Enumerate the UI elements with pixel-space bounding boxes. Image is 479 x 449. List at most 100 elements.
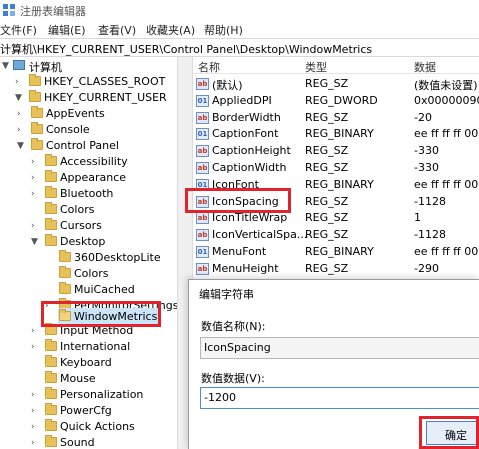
chevron-right-icon[interactable]: › bbox=[31, 406, 39, 416]
ok-button[interactable]: 确定 bbox=[426, 421, 479, 445]
cell-type: REG_SZ bbox=[305, 261, 349, 275]
cell-data: ee ff ff ff 00 0 bbox=[414, 245, 479, 258]
tree-pane: ▼ 计算机 › HKEY_CLASSES_ROOT ▼ HKEY_CURRENT… bbox=[0, 57, 177, 449]
folder-icon bbox=[45, 202, 57, 214]
cell-data: -330 bbox=[414, 161, 439, 174]
chevron-down-icon[interactable]: ▼ bbox=[31, 237, 39, 247]
cell-type: REG_BINARY bbox=[305, 177, 374, 191]
cell-type: REG_SZ bbox=[305, 77, 349, 90]
tree-label: MuiCached bbox=[74, 283, 135, 296]
tree-label: WindowMetrics bbox=[74, 310, 158, 323]
table-row[interactable]: ab (默认) REG_SZ (数值未设置) bbox=[193, 76, 479, 92]
cell-type: REG_BINARY bbox=[305, 245, 374, 258]
tree-label: Accessibility bbox=[60, 155, 128, 168]
regedit-icon bbox=[3, 4, 15, 16]
folder-icon bbox=[45, 186, 57, 198]
value-data-label: 数值数据(V): bbox=[201, 372, 265, 385]
folder-icon bbox=[31, 138, 43, 150]
tree-label: Console bbox=[46, 123, 90, 136]
string-value-icon: ab bbox=[196, 229, 209, 242]
menu-favorites[interactable]: 收藏夹(A) bbox=[146, 22, 195, 38]
cell-name: (默认) bbox=[212, 79, 243, 92]
address-path[interactable]: 计算机\HKEY_CURRENT_USER\Control Panel\Desk… bbox=[0, 41, 372, 57]
tree-label: HKEY_CURRENT_USER bbox=[44, 91, 167, 104]
value-name-field[interactable]: IconSpacing bbox=[200, 337, 479, 359]
table-row[interactable]: 01CaptionFont REG_BINARY ee ff ff ff 00 0 bbox=[193, 126, 479, 142]
chevron-right-icon[interactable]: › bbox=[31, 390, 39, 400]
address-bar[interactable]: 计算机\HKEY_CURRENT_USER\Control Panel\Desk… bbox=[0, 38, 479, 57]
cell-data: -1128 bbox=[414, 228, 446, 242]
string-value-icon: ab bbox=[196, 78, 209, 90]
cell-name: CaptionHeight bbox=[212, 144, 291, 158]
menu-help[interactable]: 帮助(H) bbox=[204, 22, 243, 38]
menu-bar: 文件(F) 编辑(E) 查看(V) 收藏夹(A) 帮助(H) bbox=[0, 20, 479, 38]
value-data-field[interactable]: -1200 bbox=[200, 387, 479, 409]
tree-label: AppEvents bbox=[46, 107, 105, 120]
cell-name: CaptionFont bbox=[212, 127, 279, 141]
folder-icon bbox=[45, 387, 57, 399]
chevron-right-icon[interactable]: › bbox=[31, 221, 39, 231]
cell-data: ee ff ff ff 00 0 bbox=[414, 127, 479, 141]
chevron-right-icon[interactable]: › bbox=[31, 173, 39, 183]
list-header: 名称 类型 数据 bbox=[193, 57, 479, 74]
menu-edit[interactable]: 编辑(E) bbox=[48, 22, 86, 38]
chevron-right-icon[interactable]: › bbox=[15, 77, 23, 87]
table-row[interactable]: 01IconFont REG_BINARY ee ff ff ff 00 0 bbox=[193, 177, 479, 193]
menu-file[interactable]: 文件(F) bbox=[0, 22, 37, 38]
tree-label: 计算机 bbox=[29, 61, 62, 74]
tree-label: Keyboard bbox=[60, 356, 112, 369]
chevron-right-icon[interactable]: › bbox=[17, 125, 25, 135]
chevron-down-icon[interactable]: ▼ bbox=[2, 61, 10, 71]
cell-name: IconTitleWrap bbox=[212, 211, 288, 225]
cell-type: REG_SZ bbox=[305, 144, 349, 158]
chevron-right-icon[interactable]: › bbox=[45, 301, 53, 311]
cell-name: IconVerticalSpa... bbox=[212, 228, 308, 242]
column-data-header[interactable]: 数据 bbox=[414, 59, 436, 75]
tree-label: Colors bbox=[74, 267, 109, 280]
chevron-right-icon[interactable]: › bbox=[17, 109, 25, 119]
binary-value-icon: 01 bbox=[196, 128, 209, 141]
table-row[interactable]: ab BorderWidth REG_SZ -20 bbox=[193, 110, 479, 126]
chevron-right-icon[interactable]: › bbox=[31, 422, 39, 432]
folder-icon bbox=[45, 339, 57, 351]
chevron-down-icon[interactable]: ▼ bbox=[15, 93, 23, 103]
string-value-icon: ab bbox=[196, 162, 209, 174]
string-value-icon: ab bbox=[196, 145, 209, 158]
folder-icon bbox=[29, 74, 41, 86]
folder-icon bbox=[45, 234, 57, 246]
folder-icon bbox=[45, 170, 57, 182]
table-row[interactable]: ab IconSpacing REG_SZ -1128 bbox=[193, 194, 479, 210]
tree-item-windowmetrics[interactable]: WindowMetrics bbox=[58, 308, 161, 324]
chevron-right-icon[interactable]: › bbox=[31, 157, 39, 167]
tree-label: 360DesktopLite bbox=[74, 251, 161, 264]
chevron-right-icon[interactable]: › bbox=[31, 342, 39, 352]
table-row[interactable]: ab IconVerticalSpa... REG_SZ -1128 bbox=[193, 227, 479, 243]
table-row[interactable]: 01MenuFont REG_BINARY ee ff ff ff 00 0 bbox=[193, 244, 479, 260]
table-row[interactable]: ab CaptionHeight REG_SZ -330 bbox=[193, 143, 479, 159]
folder-icon bbox=[45, 419, 57, 431]
cell-data: 1 bbox=[414, 211, 421, 225]
folder-icon bbox=[45, 435, 57, 447]
dialog-title: 编辑字符串 bbox=[199, 288, 254, 301]
table-row[interactable]: ab IconTitleWrap REG_SZ 1 bbox=[193, 210, 479, 226]
cell-type: REG_SZ bbox=[305, 194, 349, 208]
table-row[interactable]: ab CaptionWidth REG_SZ -330 bbox=[193, 160, 479, 176]
column-type-header[interactable]: 类型 bbox=[305, 59, 327, 75]
chevron-right-icon[interactable]: › bbox=[31, 189, 39, 199]
folder-icon bbox=[29, 90, 41, 102]
chevron-right-icon[interactable]: › bbox=[31, 326, 39, 336]
chevron-down-icon[interactable]: ▼ bbox=[17, 141, 25, 151]
column-name-header[interactable]: 名称 bbox=[198, 59, 220, 75]
folder-open-icon bbox=[59, 309, 71, 321]
table-row[interactable]: 01 AppliedDPI REG_DWORD 0x00000090 bbox=[193, 93, 479, 109]
cell-type: REG_SZ bbox=[305, 228, 349, 242]
chevron-right-icon[interactable]: › bbox=[31, 438, 39, 448]
cell-data: -20 bbox=[414, 110, 432, 124]
tree-label: Desktop bbox=[60, 235, 106, 248]
cell-name: IconFont bbox=[212, 177, 259, 191]
table-row[interactable]: ab MenuHeight REG_SZ -290 bbox=[193, 261, 479, 277]
cell-name: IconSpacing bbox=[212, 194, 279, 208]
cell-type: REG_SZ bbox=[305, 211, 349, 225]
title-bar: 注册表编辑器 bbox=[0, 0, 479, 20]
menu-view[interactable]: 查看(V) bbox=[98, 22, 136, 38]
